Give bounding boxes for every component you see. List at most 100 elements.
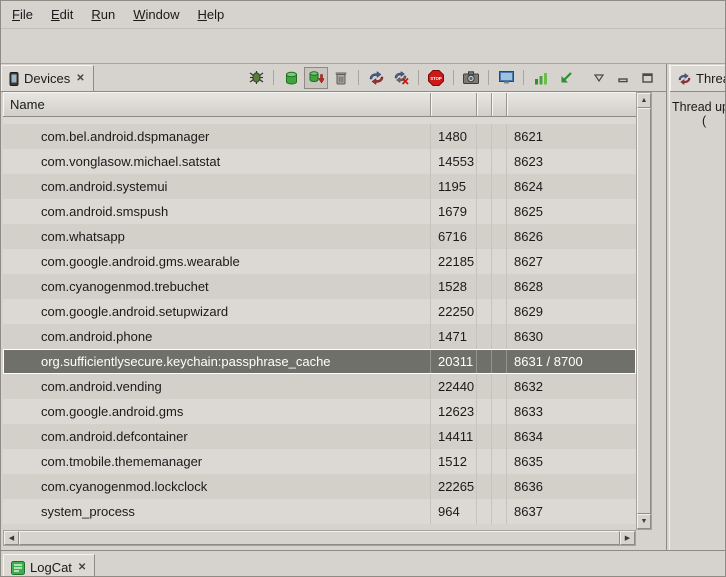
device-icon	[9, 72, 19, 86]
table-row[interactable]: com.android.systemui11958624	[3, 174, 636, 199]
table-row[interactable]: com.android.vending224408632	[3, 374, 636, 399]
table-row[interactable]: com.google.android.setupwizard222508629	[3, 299, 636, 324]
cell-sp1	[477, 374, 492, 399]
cause-gc-button[interactable]	[329, 67, 353, 89]
vertical-scrollbar[interactable]: ▲ ▼	[636, 92, 652, 530]
column-header-spacer1[interactable]	[477, 93, 492, 116]
scroll-up-button[interactable]: ▲	[637, 93, 651, 108]
column-header-pid[interactable]	[431, 93, 477, 116]
stop-sign-icon: STOP	[428, 70, 444, 86]
close-icon[interactable]: ✕	[77, 562, 87, 573]
menu-window[interactable]: Window	[124, 3, 188, 26]
cell-sp1	[477, 124, 492, 149]
menu-run[interactable]: Run	[82, 3, 124, 26]
scroll-down-button[interactable]: ▼	[637, 514, 651, 529]
maximize-button[interactable]	[638, 69, 656, 87]
method-profiling-button[interactable]	[529, 67, 553, 89]
cell-pid: 1471	[431, 324, 477, 349]
cell-port: 8630	[507, 324, 636, 349]
cell-pid: 6716	[431, 224, 477, 249]
cell-sp2	[492, 149, 507, 174]
cell-name: com.google.android.setupwizard	[3, 299, 431, 324]
cell-pid: 20311	[431, 349, 477, 374]
scroll-left-button[interactable]: ◀	[4, 531, 19, 545]
stop-threads-button[interactable]	[389, 67, 413, 89]
table-row[interactable]: org.sufficientlysecure.keychain:passphra…	[3, 349, 636, 374]
cell-sp2	[492, 424, 507, 449]
horizontal-scroll-thumb[interactable]	[19, 531, 620, 545]
toolbar-separator	[358, 70, 359, 85]
tab-logcat[interactable]: LogCat ✕	[3, 554, 95, 577]
screen-record-button[interactable]	[494, 67, 518, 89]
maximize-icon	[642, 73, 653, 83]
devices-view: Devices ✕	[1, 64, 666, 550]
tab-logcat-label: LogCat	[30, 560, 72, 575]
update-heap-button[interactable]	[279, 67, 303, 89]
green-arrow-icon	[559, 71, 573, 85]
vertical-scroll-thumb[interactable]	[637, 108, 651, 514]
minimize-button[interactable]	[614, 69, 632, 87]
tab-devices-label: Devices	[24, 71, 70, 86]
table-row[interactable]: com.cyanogenmod.lockclock222658636	[3, 474, 636, 499]
cell-sp1	[477, 449, 492, 474]
heap-cylinder-icon	[285, 71, 298, 85]
table-row[interactable]: com.tmobile.thememanager15128635	[3, 449, 636, 474]
threads-icon	[678, 73, 691, 85]
devices-tabbar: Devices ✕	[1, 64, 666, 92]
debug-button[interactable]	[244, 67, 268, 89]
camera-icon	[463, 71, 479, 84]
start-profiling-button[interactable]	[554, 67, 578, 89]
dump-hprof-button[interactable]	[304, 67, 328, 89]
tab-threads[interactable]: Threa	[670, 65, 726, 91]
table-row[interactable]: com.android.smspush16798625	[3, 199, 636, 224]
menu-edit[interactable]: Edit	[42, 3, 82, 26]
horizontal-scrollbar[interactable]: ◀ ▶	[3, 530, 636, 546]
column-header-name[interactable]: Name	[3, 93, 431, 116]
table-header: Name	[3, 92, 636, 117]
stop-process-button[interactable]: STOP	[424, 67, 448, 89]
screen-capture-button[interactable]	[459, 67, 483, 89]
column-header-port[interactable]	[507, 93, 636, 116]
column-header-spacer2[interactable]	[492, 93, 507, 116]
table-row[interactable]: system_process9648637	[3, 499, 636, 524]
table-row[interactable]: com.android.defcontainer144118634	[3, 424, 636, 449]
cell-port: 8636	[507, 474, 636, 499]
tab-devices[interactable]: Devices ✕	[1, 65, 94, 91]
cell-sp2	[492, 224, 507, 249]
cell-name: system_process	[3, 499, 431, 524]
cell-pid: 964	[431, 499, 477, 524]
cell-sp2	[492, 449, 507, 474]
screen-monitor-icon	[499, 71, 514, 84]
cell-pid: 1528	[431, 274, 477, 299]
table-row[interactable]: com.google.android.gms.wearable221858627	[3, 249, 636, 274]
cell-name: com.bel.android.dspmanager	[3, 124, 431, 149]
cell-sp2	[492, 374, 507, 399]
tab-threads-label: Threa	[696, 71, 726, 86]
cell-sp2	[492, 274, 507, 299]
table-row[interactable]: com.google.android.gms126238633	[3, 399, 636, 424]
table-row[interactable]: com.bel.android.dspmanager14808621	[3, 124, 636, 149]
view-window-controls	[590, 69, 656, 87]
menu-file[interactable]: File	[3, 3, 42, 26]
toolbar-separator	[418, 70, 419, 85]
cell-port: 8623	[507, 149, 636, 174]
update-threads-button[interactable]	[364, 67, 388, 89]
table-row[interactable]: com.whatsapp67168626	[3, 224, 636, 249]
table-row[interactable]: com.vonglasow.michael.satstat145538623	[3, 149, 636, 174]
toolbar-separator	[453, 70, 454, 85]
cell-pid: 14553	[431, 149, 477, 174]
menu-help[interactable]: Help	[188, 3, 233, 26]
scroll-right-button[interactable]: ▶	[620, 531, 635, 545]
table-row[interactable]: com.cyanogenmod.trebuchet15288628	[3, 274, 636, 299]
cell-sp1	[477, 399, 492, 424]
cell-pid: 1679	[431, 199, 477, 224]
cell-name: com.cyanogenmod.lockclock	[3, 474, 431, 499]
view-menu-button[interactable]	[590, 69, 608, 87]
chevron-down-icon	[594, 74, 604, 82]
table-row[interactable]: com.android.phone14718630	[3, 324, 636, 349]
cell-name: com.android.vending	[3, 374, 431, 399]
cell-port: 8626	[507, 224, 636, 249]
close-icon[interactable]: ✕	[75, 73, 85, 84]
cell-name: com.tmobile.thememanager	[3, 449, 431, 474]
cell-sp2	[492, 299, 507, 324]
